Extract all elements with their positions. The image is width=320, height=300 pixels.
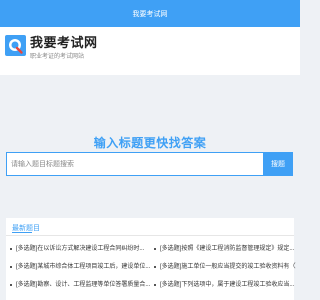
latest-questions-panel: 最新题目 [多选题]在以诉讼方式解决建设工程合同纠纷时... [多选题]某城市综… [6, 218, 296, 300]
panel-divider [6, 235, 294, 236]
question-item[interactable]: [多选题]下列选项中，属于建设工程竣工验收应当... [154, 279, 296, 297]
question-item[interactable]: [多选题]在以诉讼方式解决建设工程合同纠纷时... [10, 243, 152, 261]
site-slogan: 职业考证的考试网站 [30, 54, 85, 60]
question-item[interactable]: [多选题]按照《建设工程消防监督管理规定》规定... [154, 243, 296, 261]
top-bar: 我要考试网 [0, 0, 300, 27]
site-header: 我要考试网 职业考证的考试网站 [0, 27, 300, 75]
panel-title-underline [12, 232, 32, 233]
question-list-left: [多选题]在以诉讼方式解决建设工程合同纠纷时... [多选题]某城市综合体工程项… [10, 243, 152, 297]
question-item[interactable]: [多选题]勘察、设计、工程监理等单位答署质量合... [10, 279, 152, 297]
logo-icon[interactable] [5, 35, 26, 56]
search-button[interactable]: 搜题 [263, 152, 293, 176]
question-list-right: [多选题]按照《建设工程消防监督管理规定》规定... [多选题]施工单位一般应当… [154, 243, 296, 297]
site-name[interactable]: 我要考试网 [30, 32, 98, 51]
question-item[interactable]: [多选题]施工单位一般应当提交的竣工验收资料有（） [154, 261, 296, 279]
search-title: 输入标题更快找答案 [93, 136, 207, 150]
question-item[interactable]: [多选题]某城市综合体工程项目竣工后，建设单位... [10, 261, 152, 279]
search-input[interactable]: 请输入题目标题搜索 [6, 152, 263, 176]
search-section: 输入标题更快找答案 请输入题目标题搜索 搜题 [0, 122, 300, 192]
top-bar-title: 我要考试网 [132, 10, 168, 18]
